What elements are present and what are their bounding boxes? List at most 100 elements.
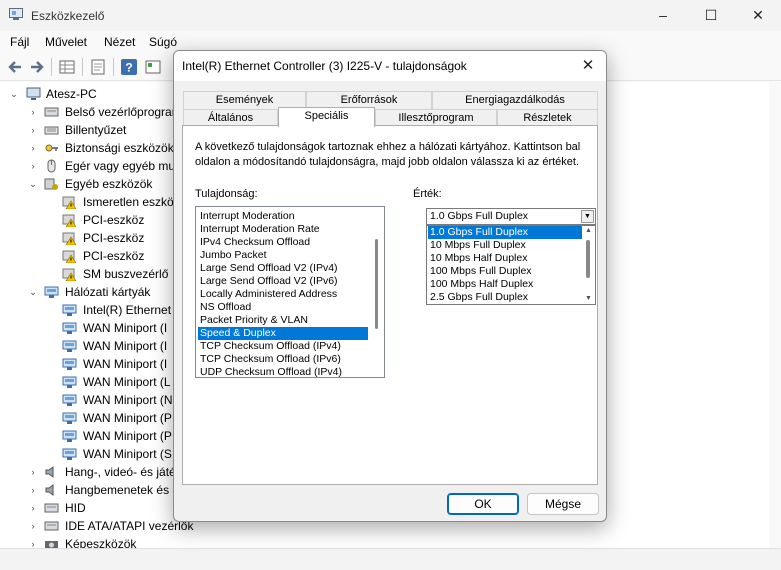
tree-item[interactable]: › Belső vezérlőprogram [0,103,182,121]
cancel-button[interactable]: Mégse [527,493,599,515]
tree-item-label: Biztonsági eszközök [65,141,174,155]
tree-item[interactable]: Intel(R) Ethernet [0,301,180,319]
tree-item[interactable]: WAN Miniport (L [0,373,180,391]
property-list-item[interactable]: Interrupt Moderation [198,210,368,223]
tree-item-label: SM buszvezérlő [83,267,169,281]
tree-item[interactable]: PCI-eszköz [0,247,180,265]
tree-item[interactable]: WAN Miniport (P [0,409,180,427]
property-list[interactable]: Interrupt Moderation Interrupt Moderation… [195,206,385,378]
property-list-item[interactable]: Speed & Duplex [198,327,368,340]
tree-item[interactable]: › IDE ATA/ATAPI vezérlők [0,517,194,535]
title-bar: Eszközkezelő – ☐ ✕ [0,0,781,31]
tree-item[interactable]: › Hangbemenetek és - [0,481,180,499]
tree-item[interactable]: WAN Miniport (I [0,337,180,355]
speaker-icon [45,484,54,496]
expand-chevron-icon[interactable]: › [27,139,39,157]
tree-item[interactable]: WAN Miniport (I [0,319,180,337]
property-list-item[interactable]: Interrupt Moderation Rate [198,223,368,236]
value-option[interactable]: 10 Mbps Full Duplex [428,239,582,252]
menu-file[interactable]: Fájl [10,35,29,49]
scroll-down-icon[interactable]: ▼ [582,294,595,304]
menu-help[interactable]: Súgó [149,35,177,49]
expand-chevron-icon[interactable]: › [27,535,39,548]
tab-power-management[interactable]: Energiagazdálkodás [432,91,598,109]
expand-chevron-icon[interactable]: › [27,517,39,535]
property-list-item[interactable]: NS Offload [198,301,368,314]
property-list-scrollbar[interactable] [370,207,384,377]
collapse-chevron-icon[interactable]: ⌄ [27,175,39,193]
property-list-item[interactable]: Locally Administered Address [198,288,368,301]
warning-device-icon [62,214,77,227]
tree-item-label: Intel(R) Ethernet [83,303,172,317]
property-list-item[interactable]: UDP Checksum Offload (IPv4) [198,366,368,377]
expand-chevron-icon[interactable]: › [27,157,39,175]
ok-button[interactable]: OK [447,493,519,515]
tree-item[interactable]: ⌄ Egyéb eszközök [0,175,180,193]
tree-item[interactable]: › Hang-, videó- és játé [0,463,180,481]
tree-item[interactable]: › Képeszközök [0,535,180,548]
collapse-chevron-icon[interactable]: ⌄ [8,85,20,103]
value-option[interactable]: 2.5 Gbps Full Duplex [428,291,582,304]
menu-view[interactable]: Nézet [104,35,135,49]
value-option[interactable]: 10 Mbps Half Duplex [428,252,582,265]
tree-item[interactable]: WAN Miniport (I [0,355,180,373]
tab-advanced[interactable]: Speciális [278,107,375,127]
property-list-item[interactable]: TCP Checksum Offload (IPv4) [198,340,368,353]
maximize-button[interactable]: ☐ [688,0,734,31]
expand-chevron-icon[interactable]: › [27,463,39,481]
tree-item[interactable]: PCI-eszköz [0,229,180,247]
expand-chevron-icon[interactable]: › [27,121,39,139]
tree-item[interactable]: PCI-eszköz [0,211,180,229]
tree-item[interactable]: Ismeretlen eszkö [0,193,180,211]
menu-action[interactable]: Művelet [45,35,87,49]
property-list-item[interactable]: Large Send Offload V2 (IPv6) [198,275,368,288]
main-scrollbar[interactable] [769,82,781,548]
property-list-item[interactable]: Large Send Offload V2 (IPv4) [198,262,368,275]
scrollbar-thumb[interactable] [586,240,590,278]
tree-item[interactable]: › Billentyűzet [0,121,180,139]
tree-item-label: Képeszközök [65,537,137,548]
tree-item-label: Egyéb eszközök [65,177,153,191]
tree-root-label: Atesz-PC [46,87,97,101]
back-arrow-icon[interactable] [6,58,24,76]
tree-item[interactable]: WAN Miniport (S [0,445,180,463]
value-option[interactable]: 1.0 Gbps Full Duplex [428,226,582,239]
property-list-item[interactable]: Jumbo Packet [198,249,368,262]
tree-item[interactable]: SM buszvezérlő [0,265,180,283]
value-combobox[interactable]: 1.0 Gbps Full Duplex ▼ [426,208,596,225]
value-dropdown-list[interactable]: ▲ ▼ 1.0 Gbps Full Duplex 10 Mbps Full Dup… [426,225,596,305]
view-toggle-icon[interactable] [144,58,162,76]
tree-root[interactable]: ⌄ Atesz-PC [0,85,160,103]
tree-item[interactable]: WAN Miniport (N [0,391,180,409]
scroll-up-icon[interactable]: ▲ [582,226,595,236]
property-list-item[interactable]: Packet Priority & VLAN [198,314,368,327]
dropdown-scrollbar[interactable]: ▲ ▼ [582,226,595,304]
expand-chevron-icon[interactable]: › [27,103,39,121]
help-icon[interactable]: ? [120,58,138,76]
value-option[interactable]: 100 Mbps Half Duplex [428,278,582,291]
tree-item[interactable]: › HID [0,499,180,517]
properties-grid-icon[interactable] [58,58,76,76]
dialog-close-button[interactable]: ✕ [576,55,600,77]
toolbar-separator [51,58,52,76]
toolbar-separator [113,58,114,76]
expand-chevron-icon[interactable]: › [27,481,39,499]
dropdown-arrow-icon[interactable]: ▼ [581,210,594,223]
tree-item[interactable]: ⌄ Hálózati kártyák [0,283,180,301]
network-adapter-icon [62,358,77,370]
document-icon[interactable] [89,58,107,76]
tree-item[interactable]: › Biztonsági eszközök [0,139,180,157]
expand-chevron-icon[interactable]: › [27,499,39,517]
close-button[interactable]: ✕ [735,0,781,31]
collapse-chevron-icon[interactable]: ⌄ [27,283,39,301]
property-list-item[interactable]: IPv4 Checksum Offload [198,236,368,249]
tree-item[interactable]: › Egér vagy egyéb mut [0,157,180,175]
property-list-item[interactable]: TCP Checksum Offload (IPv6) [198,353,368,366]
tree-item[interactable]: WAN Miniport (P [0,427,180,445]
scrollbar-thumb[interactable] [375,239,378,329]
tree-item-label: Hálózati kártyák [65,285,151,299]
forward-arrow-icon[interactable] [28,58,46,76]
toolbar-separator [82,58,83,76]
minimize-button[interactable]: – [640,0,686,31]
value-option[interactable]: 100 Mbps Full Duplex [428,265,582,278]
